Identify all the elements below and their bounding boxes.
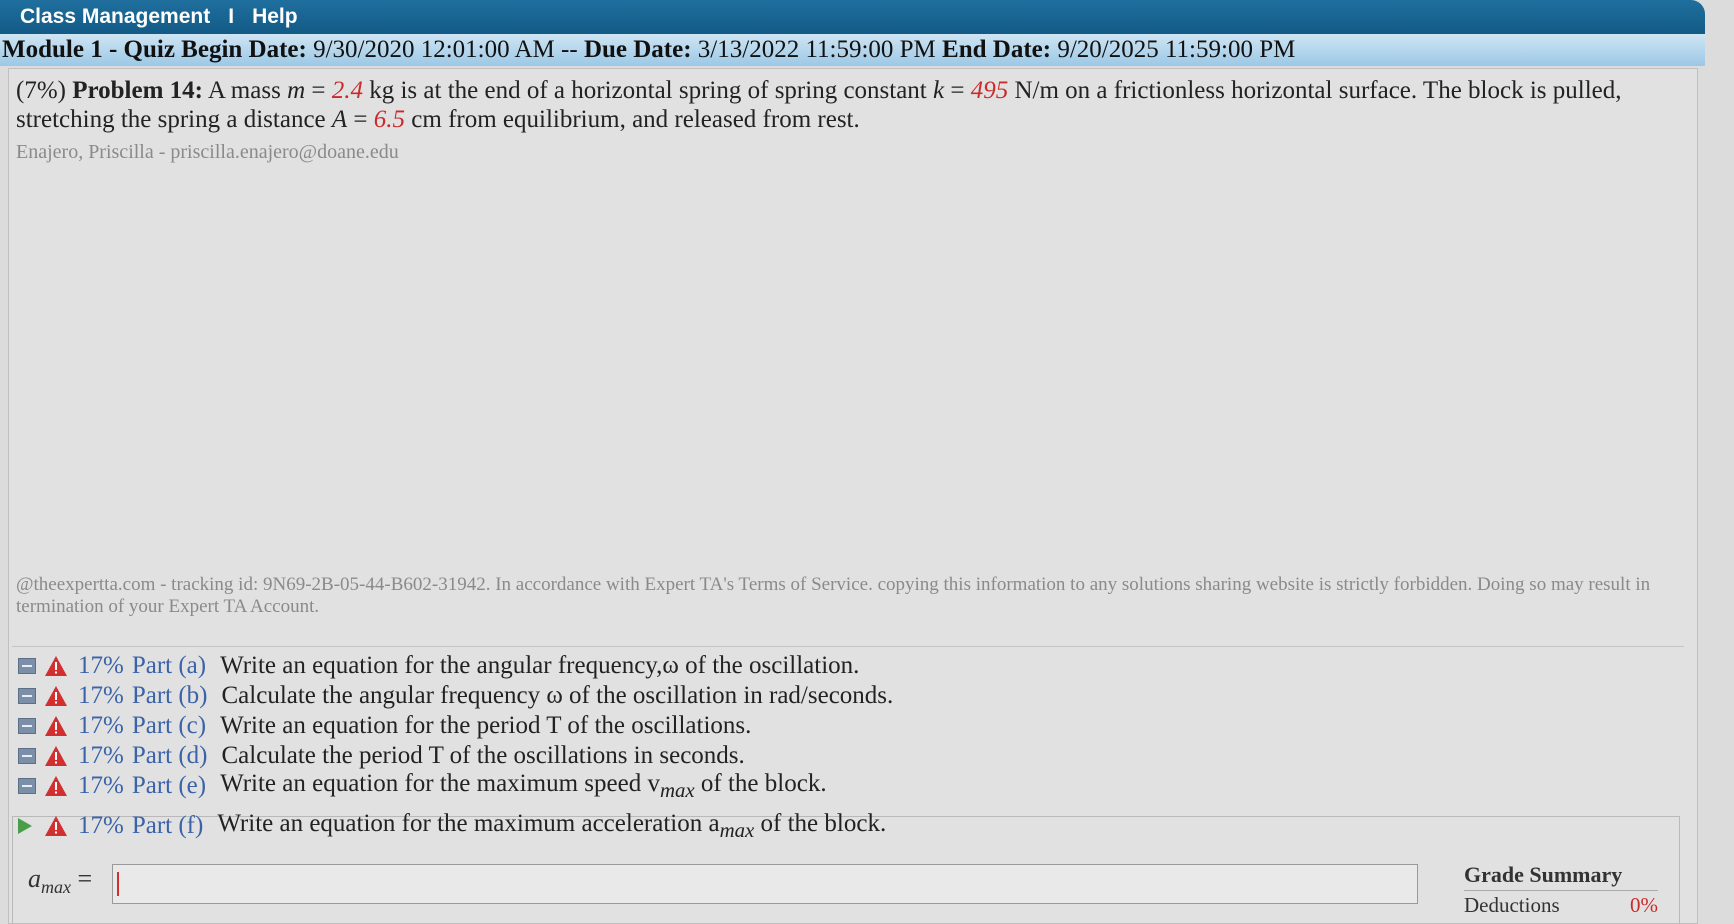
part-f-pct: 17% — [78, 812, 124, 839]
part-e-pct: 17% — [78, 772, 124, 799]
grade-summary-title: Grade Summary — [1464, 862, 1658, 891]
problem-weight: (7%) — [16, 77, 66, 104]
end-value: 9/20/2025 11:59:00 PM — [1057, 36, 1296, 63]
minus-box-icon[interactable] — [18, 718, 36, 734]
part-d-row[interactable]: 17% Part (d) Calculate the period T of t… — [18, 742, 745, 770]
divider — [12, 646, 1684, 647]
nav-separator: I — [228, 5, 235, 28]
grade-summary: Grade Summary Deductions 0% — [1464, 862, 1658, 918]
tracking-notice: @theexpertta.com - tracking id: 9N69-2B-… — [16, 574, 1651, 617]
due-value: 3/13/2022 11:59:00 PM — [697, 36, 936, 63]
part-f-desc: Write an equation for the maximum accele… — [217, 810, 886, 843]
k-value: 495 — [970, 77, 1009, 104]
warning-triangle-icon — [45, 746, 67, 766]
amplitude-value: 6.5 — [373, 106, 406, 133]
part-a-pct: 17% — [78, 652, 124, 679]
part-f-sub: max — [719, 817, 755, 842]
begin-label: Begin Date: — [181, 36, 307, 63]
deductions-label: Deductions — [1464, 893, 1560, 917]
part-d-name: Part (d) — [131, 742, 208, 769]
part-b-row[interactable]: 17% Part (b) Calculate the angular frequ… — [18, 682, 893, 710]
problem-statement: (7%) Problem 14: A mass m = 2.4 kg is at… — [16, 76, 1676, 134]
warning-triangle-icon — [45, 716, 67, 736]
warning-triangle-icon — [45, 686, 67, 706]
part-a-row[interactable]: 17% Part (a) Write an equation for the a… — [18, 652, 859, 680]
part-e-sub: max — [659, 777, 695, 802]
problem-text-1: A mass — [207, 77, 281, 104]
problem-title: Problem 14: — [72, 77, 203, 104]
part-e-row[interactable]: 17% Part (e) Write an equation for the m… — [18, 770, 827, 803]
amplitude-symbol: A — [331, 106, 348, 133]
part-b-pct: 17% — [78, 682, 124, 709]
student-info: Enajero, Priscilla - priscilla.enajero@d… — [16, 141, 399, 163]
part-e-name: Part (e) — [131, 772, 207, 799]
equals-3: = — [353, 106, 368, 133]
part-a-desc: Write an equation for the angular freque… — [220, 652, 860, 679]
due-label: Due Date: — [583, 36, 692, 63]
part-f-row[interactable]: 17% Part (f) Write an equation for the m… — [18, 810, 886, 843]
part-c-pct: 17% — [78, 712, 124, 739]
part-b-desc: Calculate the angular frequency ω of the… — [221, 682, 894, 709]
answer-label-symbol: a — [28, 864, 41, 893]
minus-box-icon[interactable] — [18, 688, 36, 704]
top-nav-bar: Class Management I Help — [0, 0, 1705, 34]
end-label: End Date: — [942, 36, 1052, 63]
part-c-row[interactable]: 17% Part (c) Write an equation for the p… — [18, 712, 751, 740]
part-e-desc: Write an equation for the maximum speed … — [220, 770, 826, 803]
part-a-name: Part (a) — [131, 652, 207, 679]
warning-triangle-icon — [45, 656, 67, 676]
answer-label-sub: max — [41, 877, 71, 898]
dash: -- — [561, 36, 578, 63]
mass-value: 2.4 — [331, 77, 363, 104]
part-e-desc-text: Write an equation for the maximum speed … — [220, 769, 660, 797]
part-c-name: Part (c) — [131, 712, 207, 739]
part-d-pct: 17% — [78, 742, 124, 769]
answer-label: amax = — [28, 864, 92, 898]
nav-help-link[interactable]: Help — [252, 5, 298, 29]
module-date-line: Module 1 - Quiz Begin Date: 9/30/2020 12… — [2, 36, 1295, 66]
k-symbol: k — [933, 77, 945, 104]
answer-equals: = — [77, 864, 93, 893]
part-d-desc: Calculate the period T of the oscillatio… — [221, 742, 745, 769]
part-f-desc-end: of the block. — [760, 809, 887, 837]
warning-triangle-icon — [45, 776, 67, 796]
play-triangle-icon[interactable] — [18, 818, 32, 834]
mass-symbol: m — [287, 77, 306, 104]
problem-text-2: kg is at the end of a horizontal spring … — [369, 77, 927, 104]
warning-triangle-icon — [45, 816, 67, 836]
part-b-name: Part (b) — [131, 682, 208, 709]
minus-box-icon[interactable] — [18, 658, 36, 674]
deductions-row: Deductions 0% — [1464, 893, 1658, 918]
begin-value: 9/30/2020 12:01:00 AM — [313, 36, 555, 63]
equals-2: = — [950, 77, 965, 104]
part-c-desc: Write an equation for the period T of th… — [220, 712, 752, 739]
nav-class-management-link[interactable]: Class Management — [20, 5, 210, 29]
minus-box-icon[interactable] — [18, 778, 36, 794]
answer-input[interactable] — [112, 864, 1418, 904]
equals-1: = — [311, 77, 326, 104]
minus-box-icon[interactable] — [18, 748, 36, 764]
problem-text-4: cm from equilibrium, and released from r… — [411, 106, 860, 133]
module-name: Module 1 - Quiz — [2, 36, 175, 63]
part-e-desc-end: of the block. — [700, 769, 827, 797]
text-cursor — [117, 872, 119, 896]
part-f-name: Part (f) — [131, 812, 204, 839]
deductions-value: 0% — [1630, 893, 1658, 917]
part-f-desc-text: Write an equation for the maximum accele… — [217, 809, 720, 837]
